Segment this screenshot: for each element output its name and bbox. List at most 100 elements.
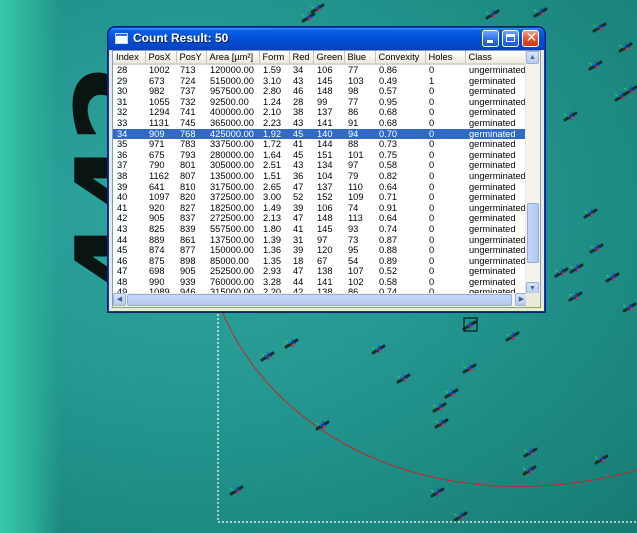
table-row[interactable]: 28 1002 713 120000.00 1.59 34 106 77 0.86 0 ungerm… bbox=[113, 64, 527, 76]
horizontal-scrollbar[interactable]: ◀ ▶ bbox=[113, 293, 528, 307]
table-cell: germinated bbox=[469, 139, 516, 150]
column-header[interactable]: Index bbox=[113, 51, 146, 65]
table-row[interactable]: 43 825 839 557500.00 1.80 41 145 93 0.74 0 germina… bbox=[113, 224, 527, 235]
table-cell: 107 bbox=[348, 266, 364, 277]
table-row[interactable]: 29 673 724 515000.00 3.10 43 145 103 0.49 1 germin… bbox=[113, 76, 527, 87]
table-row[interactable]: 34 909 768 425000.00 1.92 45 140 94 0.70 0 germina… bbox=[113, 128, 527, 140]
seed-marker bbox=[569, 263, 584, 274]
count-result-window[interactable]: Count Result: 50 ✕ Index PosX PosY Area [µm… bbox=[108, 27, 545, 312]
table-cell: 30 bbox=[117, 86, 128, 97]
table-cell: germinated bbox=[469, 160, 516, 171]
seed-marker bbox=[371, 344, 386, 355]
column-header[interactable]: Form bbox=[259, 51, 290, 65]
table-cell: 0 bbox=[429, 192, 435, 203]
table-row[interactable]: 39 641 810 317500.00 2.65 47 137 110 0.64 0 germin… bbox=[113, 182, 527, 193]
table-row[interactable]: 35 971 783 337500.00 1.72 41 144 88 0.73 0 germina… bbox=[113, 139, 527, 150]
seed-marker bbox=[444, 388, 459, 399]
table-cell: 38 bbox=[293, 107, 304, 118]
table-row[interactable]: 46 875 898 85000.00 1.35 18 67 54 0.89 0 ungermina… bbox=[113, 256, 527, 267]
table-cell: 0.70 bbox=[375, 128, 425, 140]
vertical-scroll-thumb[interactable] bbox=[527, 203, 539, 263]
table-cell: 0 bbox=[429, 245, 435, 256]
scroll-up-button[interactable]: ▲ bbox=[526, 51, 539, 64]
column-header[interactable]: Blue bbox=[344, 51, 376, 65]
column-header[interactable]: Green bbox=[313, 51, 345, 65]
table-cell: ungerminated bbox=[469, 202, 526, 213]
table-cell: 97 bbox=[317, 234, 328, 245]
table-cell: 673 bbox=[149, 75, 165, 86]
table-cell: 827 bbox=[180, 202, 196, 213]
column-header[interactable]: PosY bbox=[176, 51, 207, 65]
table-cell: 34 bbox=[113, 128, 145, 140]
table-cell: 515000.00 bbox=[210, 75, 254, 86]
table-cell: 45 bbox=[289, 128, 313, 140]
table-row[interactable]: 30 982 737 957500.00 2.80 46 148 98 0.57 0 germina… bbox=[113, 86, 527, 97]
table-cell: 889 bbox=[149, 234, 165, 245]
vertical-scrollbar[interactable]: ▲ ▼ bbox=[525, 51, 540, 295]
table-cell: 745 bbox=[180, 117, 196, 128]
table-cell: 43 bbox=[293, 75, 304, 86]
table-cell: 724 bbox=[180, 75, 196, 86]
table-cell: 88 bbox=[348, 139, 359, 150]
minimize-button[interactable] bbox=[482, 30, 499, 47]
table-cell: 909 bbox=[145, 128, 176, 140]
table-row[interactable]: 48 990 939 760000.00 3.28 44 141 102 0.58 0 germin… bbox=[113, 277, 527, 288]
table-row[interactable]: 44 889 861 137500.00 1.39 31 97 73 0.87 0 ungermin… bbox=[113, 235, 527, 246]
table-row[interactable]: 40 1097 820 372500.00 3.00 52 152 109 0.71 0 germi… bbox=[113, 192, 527, 203]
table-row[interactable]: 41 920 827 182500.00 1.49 39 106 74 0.91 0 ungermi… bbox=[113, 203, 527, 214]
column-header[interactable]: Red bbox=[289, 51, 314, 65]
column-header[interactable]: Convexity bbox=[375, 51, 426, 65]
table-row[interactable]: 42 905 837 272500.00 2.13 47 148 113 0.64 0 germin… bbox=[113, 213, 527, 224]
column-header[interactable]: PosX bbox=[145, 51, 177, 65]
table-cell: 41 bbox=[117, 202, 128, 213]
horizontal-scroll-thumb[interactable] bbox=[127, 294, 512, 306]
column-header[interactable]: Class bbox=[465, 51, 528, 65]
table-cell: ungerminated bbox=[469, 245, 526, 256]
table-cell: 32 bbox=[117, 107, 128, 118]
results-list[interactable]: Index PosX PosY Area [µm²] Form Red Green Blue C… bbox=[112, 50, 541, 308]
title-bar[interactable]: Count Result: 50 ✕ bbox=[109, 28, 544, 50]
table-cell: germinated bbox=[465, 128, 527, 140]
table-row[interactable]: 37 790 801 305000.00 2.51 43 134 97 0.58 0 germina… bbox=[113, 160, 527, 171]
table-cell: 91 bbox=[348, 117, 359, 128]
table-cell: 41 bbox=[293, 139, 304, 150]
table-cell: 0.89 bbox=[379, 255, 398, 266]
table-row[interactable]: 32 1294 741 400000.00 2.10 38 137 86 0.68 0 germin… bbox=[113, 107, 527, 118]
column-header[interactable]: Area [µm²] bbox=[206, 51, 260, 65]
column-header[interactable]: Holes bbox=[425, 51, 466, 65]
table-row[interactable]: 38 1162 807 135000.00 1.51 36 104 79 0.82 0 ungerm… bbox=[113, 171, 527, 182]
table-cell: 0 bbox=[429, 223, 435, 234]
table-cell: 150000.00 bbox=[210, 245, 254, 256]
table-cell: 86 bbox=[348, 107, 359, 118]
table-row[interactable]: 31 1055 732 92500.00 1.24 28 99 77 0.95 0 ungermin… bbox=[113, 97, 527, 108]
table-cell: 790 bbox=[149, 160, 165, 171]
table-cell: 801 bbox=[180, 160, 196, 171]
table-cell: germinated bbox=[469, 75, 516, 86]
seed-marker bbox=[523, 447, 538, 458]
table-cell: 0.95 bbox=[379, 96, 398, 107]
table-cell: 106 bbox=[317, 65, 333, 75]
table-cell: 0 bbox=[429, 160, 435, 171]
seed-marker bbox=[592, 22, 607, 33]
seed-marker bbox=[522, 465, 537, 476]
table-cell: 2.80 bbox=[263, 86, 282, 97]
table-row[interactable]: 47 698 905 252500.00 2.93 47 138 107 0.52 0 germin… bbox=[113, 266, 527, 277]
table-cell: 0.68 bbox=[379, 117, 398, 128]
maximize-button[interactable] bbox=[502, 30, 519, 47]
table-cell: 1.35 bbox=[263, 255, 282, 266]
table-cell: 148 bbox=[317, 86, 333, 97]
table-cell: 675 bbox=[149, 149, 165, 160]
table-cell: 0.91 bbox=[379, 202, 398, 213]
table-row[interactable]: 33 1131 745 365000.00 2.23 43 141 91 0.68 0 germin… bbox=[113, 118, 527, 129]
scroll-left-button[interactable]: ◀ bbox=[113, 293, 126, 306]
table-cell: 67 bbox=[317, 255, 328, 266]
table-cell: 31 bbox=[117, 96, 128, 107]
table-row[interactable]: 36 675 793 280000.00 1.64 45 151 101 0.75 0 germin… bbox=[113, 150, 527, 161]
table-cell: 101 bbox=[348, 149, 364, 160]
close-button[interactable]: ✕ bbox=[522, 30, 539, 47]
maximize-icon bbox=[506, 34, 515, 42]
table-cell: 36 bbox=[117, 149, 128, 160]
table-cell: 768 bbox=[176, 128, 206, 140]
table-row[interactable]: 45 874 877 150000.00 1.36 39 120 95 0.88 0 ungermi… bbox=[113, 245, 527, 256]
table-cell: 0.49 bbox=[379, 75, 398, 86]
